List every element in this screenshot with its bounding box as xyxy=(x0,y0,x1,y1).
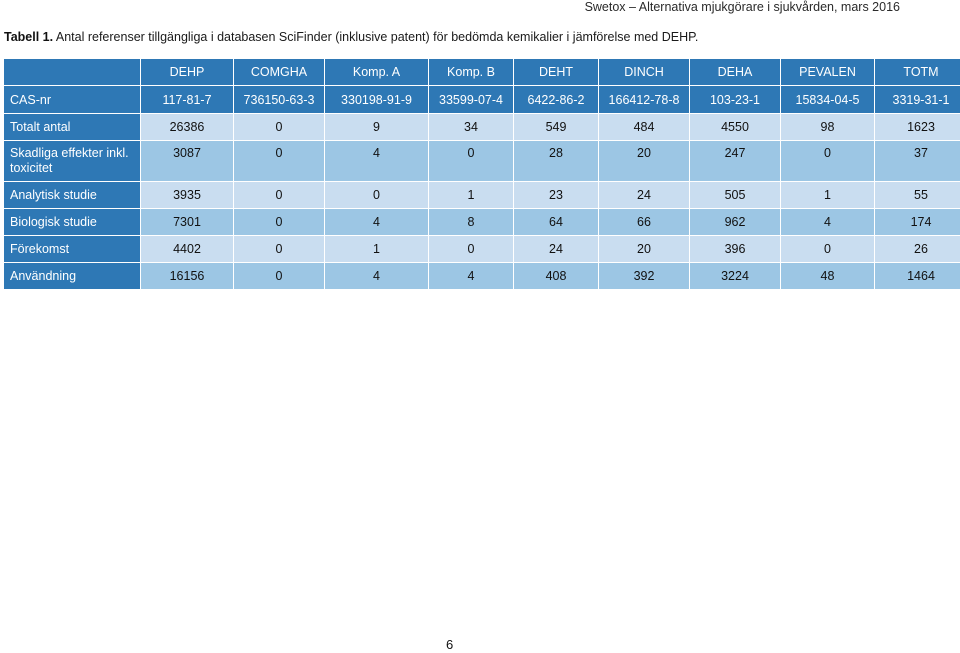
table-cell: 55 xyxy=(875,182,960,208)
table-cell: 26386 xyxy=(141,114,233,140)
table-cell: 26 xyxy=(875,236,960,262)
table-cell: 392 xyxy=(599,263,689,289)
column-header: DEHP xyxy=(141,59,233,85)
row-label: Förekomst xyxy=(4,236,140,262)
table-row: Analytisk studie 3935 0 0 1 23 24 505 1 … xyxy=(4,182,960,208)
column-header: TOTM xyxy=(875,59,960,85)
table-cell: 408 xyxy=(514,263,598,289)
table-cell: 66 xyxy=(599,209,689,235)
table-cell: 0 xyxy=(781,141,874,181)
table-cell: 0 xyxy=(234,141,324,181)
table-cell: 4550 xyxy=(690,114,780,140)
table-cell: 962 xyxy=(690,209,780,235)
column-header: DINCH xyxy=(599,59,689,85)
table-cell: 3224 xyxy=(690,263,780,289)
table-cell: 4 xyxy=(781,209,874,235)
running-header: Swetox – Alternativa mjukgörare i sjukvå… xyxy=(584,0,900,14)
table-cell: 20 xyxy=(599,141,689,181)
column-header: COMGHA xyxy=(234,59,324,85)
table-cell: 48 xyxy=(781,263,874,289)
page-number: 6 xyxy=(446,637,454,652)
table-cell: 3087 xyxy=(141,141,233,181)
table-cell: 28 xyxy=(514,141,598,181)
table-cell: 0 xyxy=(234,114,324,140)
table-cell: 4 xyxy=(325,209,428,235)
column-header: Komp. B xyxy=(429,59,513,85)
table-cell: 37 xyxy=(875,141,960,181)
table-cell: 9 xyxy=(325,114,428,140)
table-cell: 24 xyxy=(514,236,598,262)
table-cell: 4 xyxy=(325,141,428,181)
table-cell: 0 xyxy=(429,236,513,262)
table-cell: 247 xyxy=(690,141,780,181)
table-cell: 117-81-7 xyxy=(141,86,233,113)
table-cell: 23 xyxy=(514,182,598,208)
table-cell: 1 xyxy=(325,236,428,262)
table-cell: 736150-63-3 xyxy=(234,86,324,113)
table-cell: 8 xyxy=(429,209,513,235)
caption-label: Tabell 1. xyxy=(4,30,54,44)
caption-text: Antal referenser tillgängliga i database… xyxy=(53,30,699,44)
table-cell: 15834-04-5 xyxy=(781,86,874,113)
table-cell: 20 xyxy=(599,236,689,262)
table-row: Användning 16156 0 4 4 408 392 3224 48 1… xyxy=(4,263,960,289)
table-cell: 0 xyxy=(234,182,324,208)
table-row: Totalt antal 26386 0 9 34 549 484 4550 9… xyxy=(4,114,960,140)
table-cell: 0 xyxy=(234,209,324,235)
table-row: CAS-nr 117-81-7 736150-63-3 330198-91-9 … xyxy=(4,86,960,113)
table-cell: 34 xyxy=(429,114,513,140)
row-label: Användning xyxy=(4,263,140,289)
table-row: Förekomst 4402 0 1 0 24 20 396 0 26 xyxy=(4,236,960,262)
table-cell: 549 xyxy=(514,114,598,140)
table-cell: 505 xyxy=(690,182,780,208)
table-cell: 7301 xyxy=(141,209,233,235)
table-row: Skadliga effekter inkl. toxicitet 3087 0… xyxy=(4,141,960,181)
table-cell: 1464 xyxy=(875,263,960,289)
column-header: DEHA xyxy=(690,59,780,85)
table-cell: 64 xyxy=(514,209,598,235)
table-cell: 4 xyxy=(429,263,513,289)
header-corner xyxy=(4,59,140,85)
references-table: DEHP COMGHA Komp. A Komp. B DEHT DINCH D… xyxy=(3,58,960,290)
table-cell: 103-23-1 xyxy=(690,86,780,113)
table-cell: 0 xyxy=(234,236,324,262)
table-row: Biologisk studie 7301 0 4 8 64 66 962 4 … xyxy=(4,209,960,235)
table-cell: 484 xyxy=(599,114,689,140)
table-cell: 166412-78-8 xyxy=(599,86,689,113)
table-cell: 0 xyxy=(781,236,874,262)
column-header: PEVALEN xyxy=(781,59,874,85)
table-cell: 0 xyxy=(429,141,513,181)
table-cell: 0 xyxy=(234,263,324,289)
column-header: Komp. A xyxy=(325,59,428,85)
row-label: Biologisk studie xyxy=(4,209,140,235)
table-cell: 24 xyxy=(599,182,689,208)
table-cell: 1 xyxy=(429,182,513,208)
table-cell: 174 xyxy=(875,209,960,235)
table-cell: 0 xyxy=(325,182,428,208)
table-cell: 33599-07-4 xyxy=(429,86,513,113)
row-label: CAS-nr xyxy=(4,86,140,113)
table-cell: 330198-91-9 xyxy=(325,86,428,113)
column-header: DEHT xyxy=(514,59,598,85)
table-cell: 98 xyxy=(781,114,874,140)
table-cell: 1 xyxy=(781,182,874,208)
table-cell: 396 xyxy=(690,236,780,262)
table-cell: 4 xyxy=(325,263,428,289)
table-cell: 16156 xyxy=(141,263,233,289)
table-cell: 1623 xyxy=(875,114,960,140)
table-cell: 4402 xyxy=(141,236,233,262)
table-cell: 6422-86-2 xyxy=(514,86,598,113)
table-cell: 3319-31-1 xyxy=(875,86,960,113)
row-label: Skadliga effekter inkl. toxicitet xyxy=(4,141,140,181)
row-label: Analytisk studie xyxy=(4,182,140,208)
table-caption: Tabell 1. Antal referenser tillgängliga … xyxy=(4,30,698,44)
table-header-row: DEHP COMGHA Komp. A Komp. B DEHT DINCH D… xyxy=(4,59,960,85)
table-cell: 3935 xyxy=(141,182,233,208)
row-label: Totalt antal xyxy=(4,114,140,140)
